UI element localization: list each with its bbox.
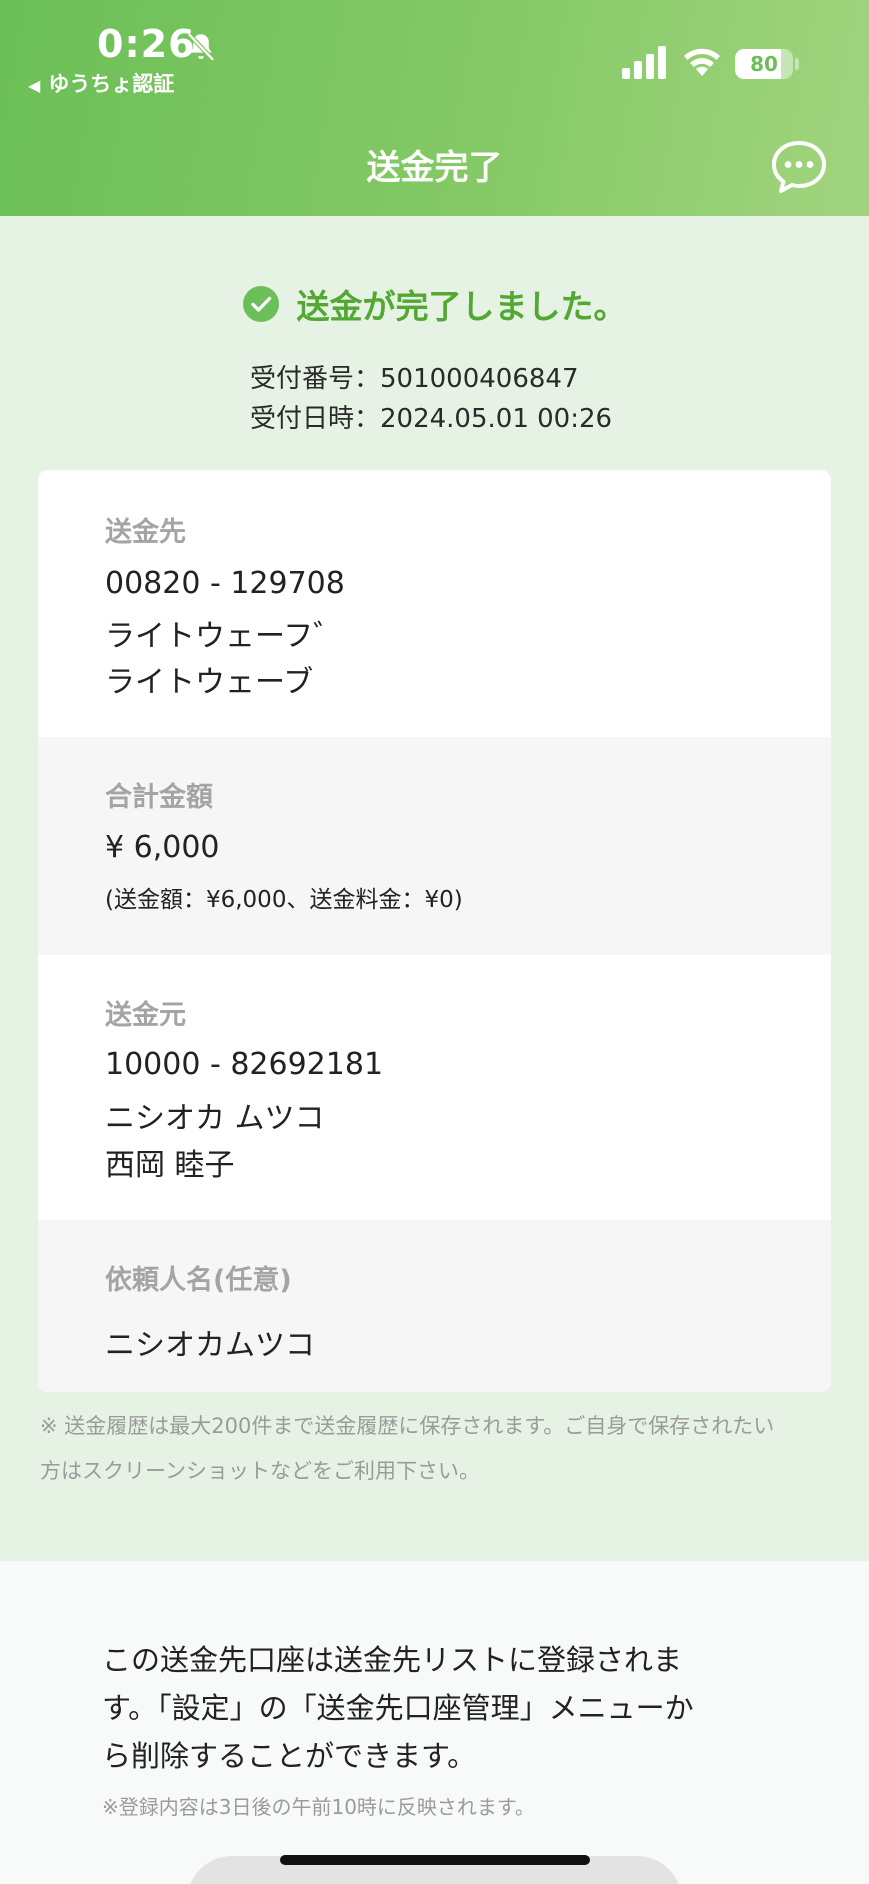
history-note-line-1: ※ 送金履歴は最大200件まで送金履歴に保存されます。ご自身で保存されたい bbox=[40, 1414, 775, 1438]
chat-bubble-icon[interactable] bbox=[770, 138, 828, 196]
sender-account: 10000 - 82692181 bbox=[105, 1047, 384, 1082]
requester-label: 依頼人名(任意) bbox=[105, 1265, 292, 1296]
recipient-label: 送金先 bbox=[105, 517, 186, 548]
total-amount: ¥ 6,000 bbox=[105, 830, 220, 865]
app-header: 0:26 ◀ ゆうちょ認証 80 送金完了 bbox=[0, 0, 869, 216]
back-triangle-icon: ◀ bbox=[28, 76, 41, 95]
status-time: 0:26 bbox=[97, 22, 196, 66]
bell-slash-icon bbox=[187, 32, 215, 62]
home-indicator[interactable] bbox=[280, 1855, 590, 1865]
recipient-section: 送金先 00820 - 129708 ライトウェーフ゛ ライトウェーブ bbox=[38, 470, 831, 737]
registration-info: この送金先口座は送金先リストに登録されま す。「設定」の「送金先口座管理」メニュ… bbox=[102, 1636, 782, 1780]
sender-name-kana: ニシオカ ムツコ bbox=[105, 1101, 325, 1136]
back-to-app-link[interactable]: ◀ ゆうちょ認証 bbox=[28, 68, 174, 98]
sender-name-kanji: 西岡 睦子 bbox=[105, 1148, 235, 1183]
cellular-signal-icon bbox=[622, 46, 666, 79]
transfer-details-card: 送金先 00820 - 129708 ライトウェーフ゛ ライトウェーブ 合計金額… bbox=[38, 470, 831, 1392]
history-note: ※ 送金履歴は最大200件まで送金履歴に保存されます。ご自身で保存されたい 方は… bbox=[40, 1404, 840, 1494]
sender-label: 送金元 bbox=[105, 1000, 186, 1031]
requester-section: 依頼人名(任意) ニシオカムツコ bbox=[38, 1220, 831, 1392]
page-title: 送金完了 bbox=[366, 148, 503, 188]
recipient-account: 00820 - 129708 bbox=[105, 566, 345, 601]
receipt-datetime: 受付日時：2024.05.01 00:26 bbox=[250, 404, 613, 434]
success-banner: 送金が完了しました。 bbox=[0, 280, 869, 328]
recipient-name-kana-1: ライトウェーフ゛ bbox=[105, 619, 344, 654]
sender-section: 送金元 10000 - 82692181 ニシオカ ムツコ 西岡 睦子 bbox=[38, 955, 831, 1220]
total-breakdown: (送金額：¥6,000、送金料金：¥0) bbox=[105, 887, 463, 913]
receipt-number: 受付番号：501000406847 bbox=[250, 364, 579, 394]
recipient-name-kana-2: ライトウェーブ bbox=[105, 665, 314, 700]
battery-indicator: 80 bbox=[735, 49, 793, 79]
total-label: 合計金額 bbox=[105, 782, 213, 813]
registration-sub-note: ※登録内容は3日後の午前10時に反映されます。 bbox=[102, 1795, 535, 1819]
success-message: 送金が完了しました。 bbox=[296, 287, 627, 326]
registration-line-1: この送金先口座は送金先リストに登録されま bbox=[102, 1643, 683, 1677]
registration-line-2: す。「設定」の「送金先口座管理」メニューか bbox=[102, 1691, 694, 1725]
requester-name: ニシオカムツコ bbox=[105, 1328, 315, 1363]
battery-level: 80 bbox=[750, 52, 778, 76]
wifi-icon bbox=[684, 48, 720, 76]
check-circle-icon bbox=[242, 286, 279, 322]
registration-line-3: ら削除することができます。 bbox=[102, 1739, 477, 1773]
battery-cap bbox=[795, 58, 799, 70]
total-section: 合計金額 ¥ 6,000 (送金額：¥6,000、送金料金：¥0) bbox=[38, 737, 831, 955]
history-note-line-2: 方はスクリーンショットなどをご利用下さい。 bbox=[40, 1459, 480, 1483]
back-app-label: ゆうちょ認証 bbox=[48, 72, 175, 96]
